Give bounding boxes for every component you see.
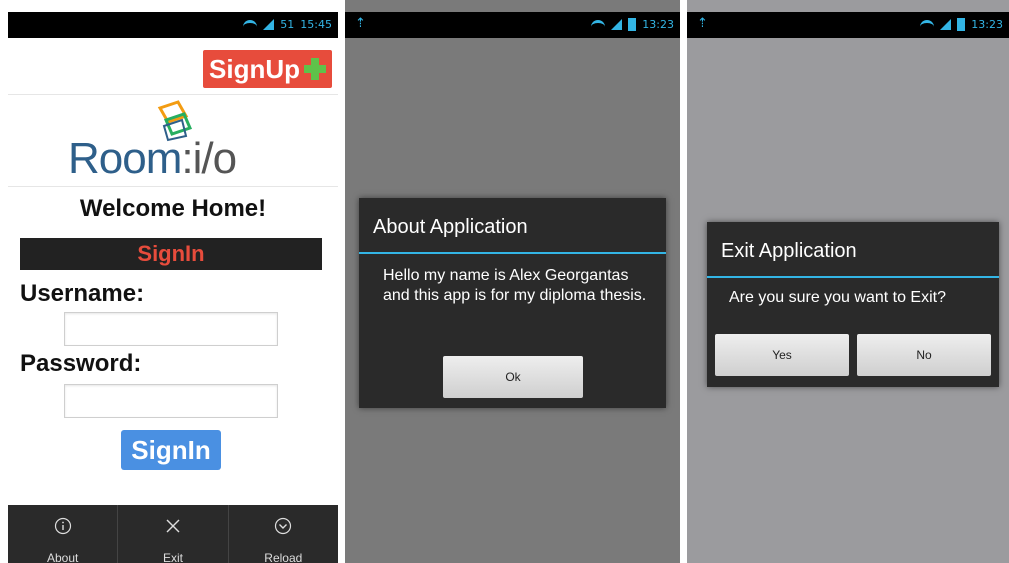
battery-icon: [628, 18, 637, 31]
menu-label-reload: Reload: [264, 551, 303, 563]
wifi-icon: [243, 19, 258, 30]
menu-label-exit: Exit: [162, 551, 183, 563]
signin-screen: 51 15:45 SignUp Room:i/o Welcome Home! S…: [8, 0, 338, 563]
signal-icon: [263, 19, 275, 30]
wifi-icon: [920, 19, 935, 30]
options-menu: About Exit Reload: [8, 505, 338, 563]
logo-text-suffix: :i/o: [181, 134, 237, 183]
network-indicator: 51: [280, 18, 295, 31]
signal-icon: [611, 19, 623, 30]
status-bar: 51 15:45: [8, 12, 338, 38]
dialog-message: Are you sure you want to Exit?: [729, 289, 946, 306]
dialog-title: Exit Application: [721, 240, 857, 262]
divider: [8, 94, 338, 95]
welcome-heading: Welcome Home!: [79, 195, 267, 222]
password-input[interactable]: [64, 384, 278, 418]
close-icon: [166, 519, 180, 533]
status-time: 13:23: [971, 18, 1003, 31]
status-bar: ⇡ 13:23: [687, 12, 1009, 38]
menu-item-reload[interactable]: Reload: [229, 505, 338, 563]
about-dialog: About Application Hello my name is Alex …: [359, 198, 666, 408]
signin-header: SignIn: [20, 238, 322, 270]
dialog-message: Hello my name is Alex Georgantas and thi…: [383, 267, 647, 304]
usb-icon: ⇡: [355, 16, 366, 31]
ok-button[interactable]: Ok: [443, 356, 583, 398]
status-time: 13:23: [642, 18, 674, 31]
signal-icon: [940, 19, 952, 30]
about-dialog-screen: ⇡ 13:23 About Application Hello my name …: [345, 0, 680, 563]
dialog-divider: [707, 276, 999, 278]
logo-text: Room:i/o: [68, 134, 237, 184]
menu-item-about[interactable]: About: [8, 505, 119, 563]
signin-button[interactable]: SignIn: [121, 430, 221, 470]
signup-button[interactable]: SignUp: [203, 50, 332, 88]
plus-icon: [304, 58, 326, 80]
exit-dialog: Exit Application Are you sure you want t…: [707, 222, 999, 387]
usb-icon: ⇡: [697, 16, 708, 31]
dialog-title: About Application: [373, 216, 528, 238]
divider: [8, 186, 338, 187]
battery-icon: [957, 18, 966, 31]
username-input[interactable]: [64, 312, 278, 346]
status-time: 15:45: [300, 18, 332, 31]
menu-item-exit[interactable]: Exit: [118, 505, 229, 563]
chevron-down-circle-icon: [275, 517, 292, 535]
room-io-logo: Room:i/o: [68, 100, 288, 185]
yes-button[interactable]: Yes: [715, 334, 849, 376]
status-bar: ⇡ 13:23: [345, 12, 680, 38]
wifi-icon: [591, 19, 606, 30]
password-label: Password:: [20, 350, 142, 377]
dialog-divider: [359, 252, 666, 254]
signup-label: SignUp: [209, 53, 300, 84]
exit-dialog-screen: ⇡ 13:23 Exit Application Are you sure yo…: [687, 0, 1009, 563]
username-label: Username:: [20, 280, 145, 307]
no-button[interactable]: No: [857, 334, 991, 376]
info-icon: [54, 517, 71, 535]
menu-label-about: About: [46, 551, 79, 563]
logo-text-main: Room: [68, 134, 182, 183]
